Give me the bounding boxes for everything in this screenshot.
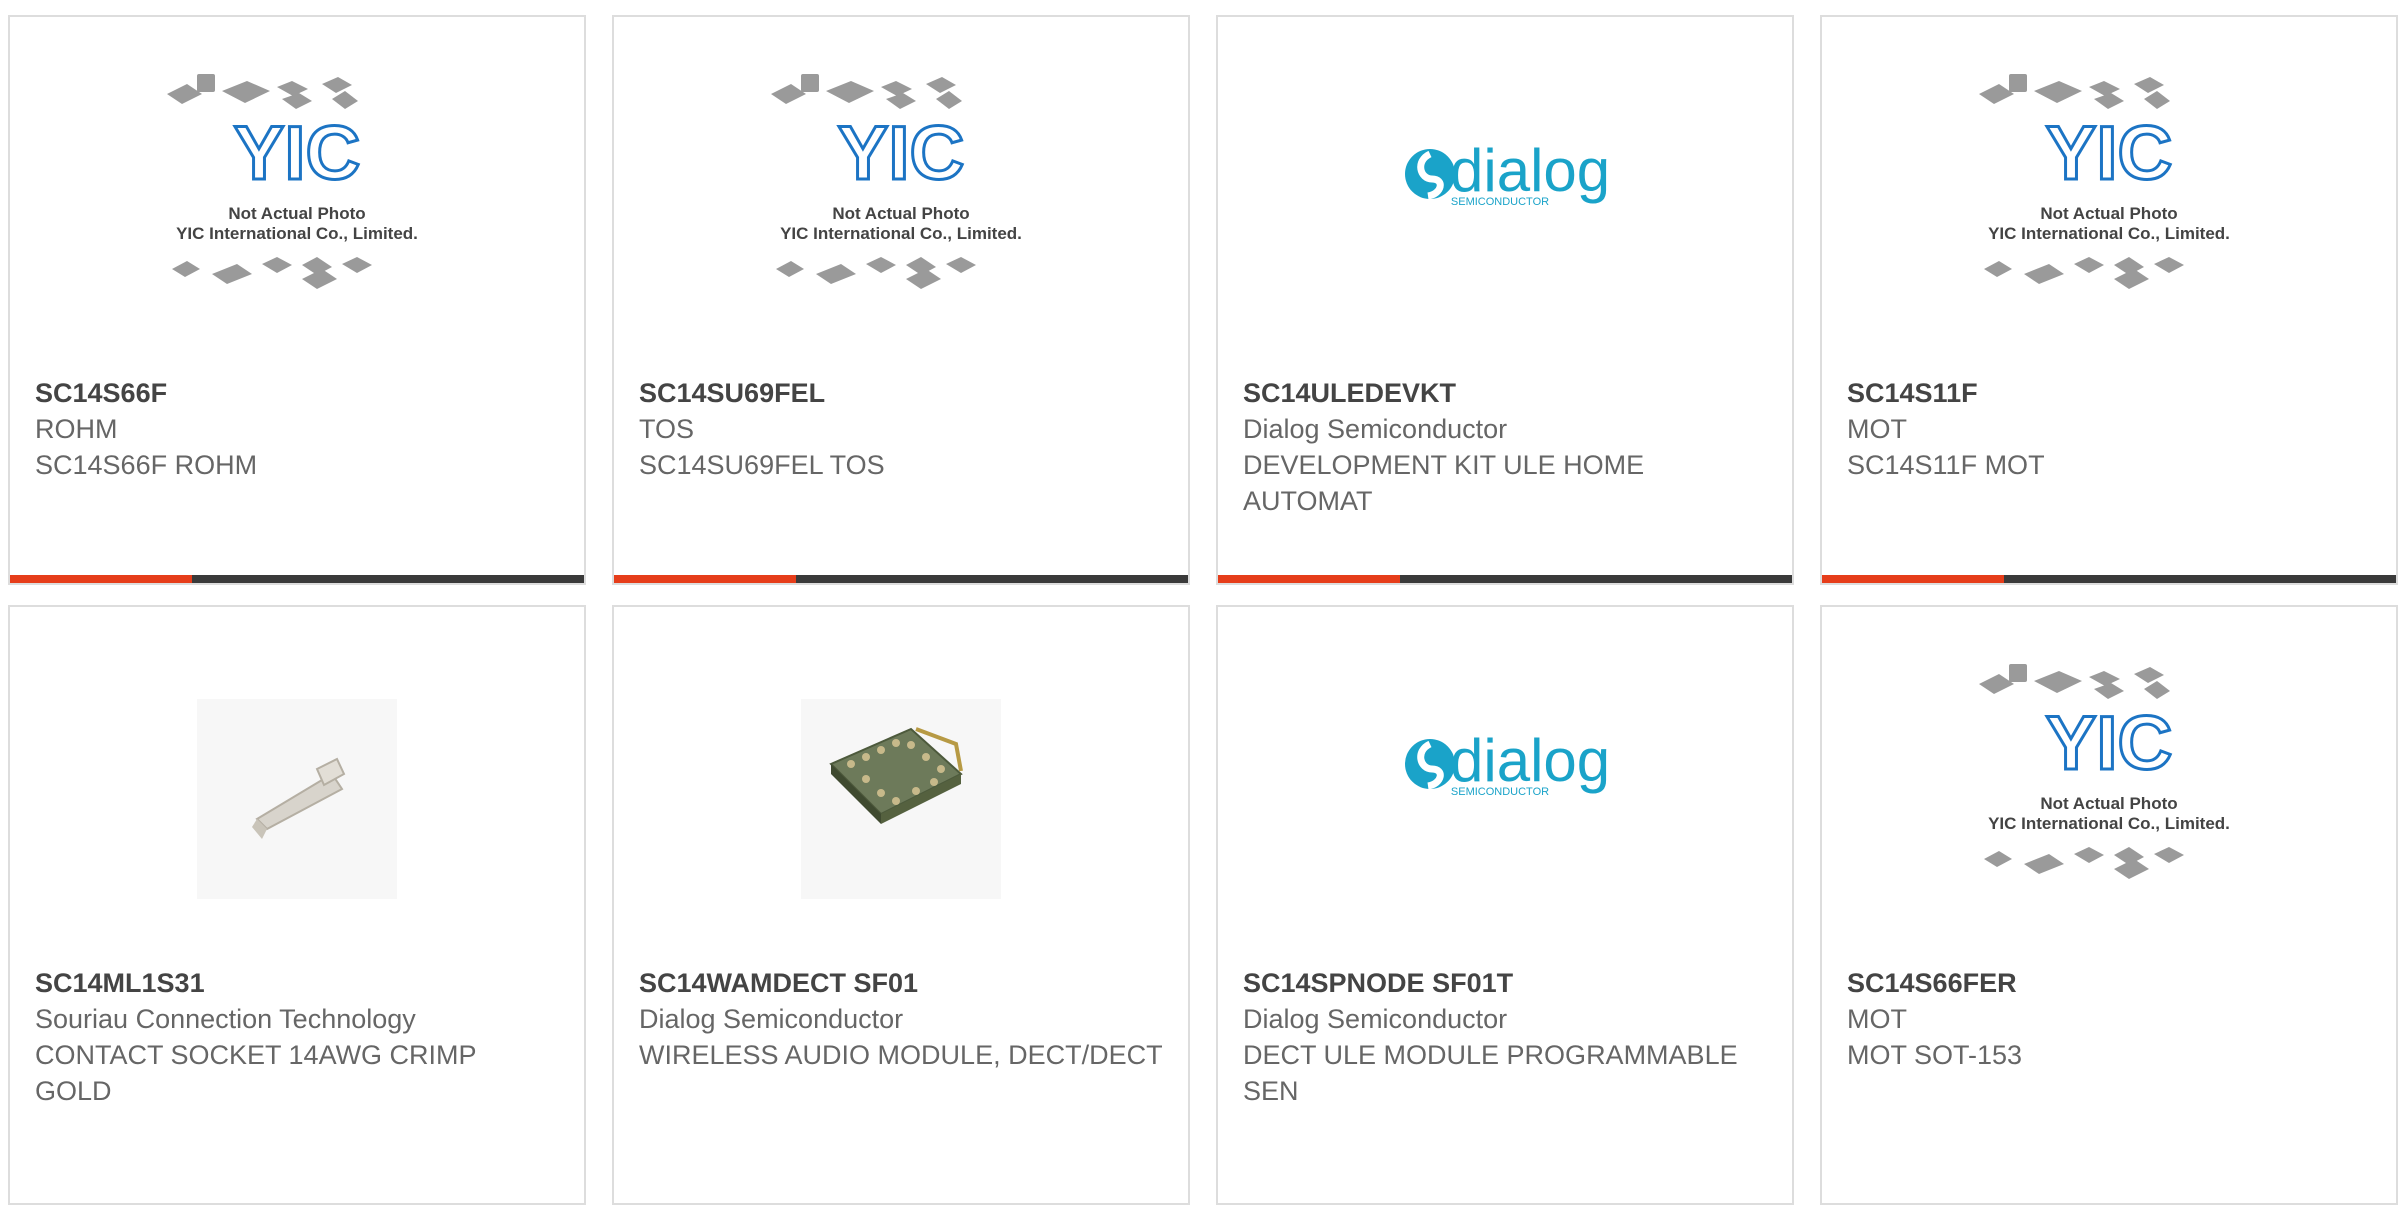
description: DEVELOPMENT KIT ULE HOME AUTOMAT (1243, 450, 1645, 516)
svg-text:SEMICONDUCTOR: SEMICONDUCTOR (1451, 196, 1549, 208)
card-bar-accent (614, 575, 796, 583)
part-number[interactable]: SC14S11F (1847, 375, 2371, 411)
product-image: YIC Not Actual Photo YIC International C… (1822, 69, 2396, 359)
manufacturer: ROHM (35, 414, 118, 444)
product-info: SC14SPNODE SF01T Dialog Semiconductor DE… (1243, 947, 1767, 1109)
product-info: SC14S66FER MOT MOT SOT-153 (1847, 947, 2371, 1073)
product-info: SC14SU69FEL TOS SC14SU69FEL TOS (639, 357, 1163, 483)
svg-text:SEMICONDUCTOR: SEMICONDUCTOR (1451, 786, 1549, 798)
card-bar (10, 575, 584, 583)
description: SC14S11F MOT (1847, 450, 2045, 480)
product-image: YIC Not Actual Photo YIC International C… (614, 69, 1188, 359)
manufacturer: TOS (639, 414, 695, 444)
manufacturer: MOT (1847, 1004, 1907, 1034)
product-card[interactable]: dialog SEMICONDUCTOR SC14SPNODE SF01T Di… (1216, 605, 1794, 1205)
audio-module-icon (801, 699, 1001, 899)
part-number[interactable]: SC14S66FER (1847, 965, 2371, 1001)
svg-text:YIC International Co., Limited: YIC International Co., Limited. (780, 224, 1022, 243)
product-info: SC14ML1S31 Souriau Connection Technology… (35, 947, 559, 1109)
contact-socket-icon (197, 699, 397, 899)
svg-text:Not Actual Photo: Not Actual Photo (2040, 794, 2177, 813)
svg-text:Not Actual Photo: Not Actual Photo (2040, 204, 2177, 223)
part-number[interactable]: SC14WAMDECT SF01 (639, 965, 1163, 1001)
product-card[interactable]: YIC Not Actual Photo YIC International C… (8, 15, 586, 585)
svg-text:YIC: YIC (838, 111, 965, 196)
product-image (614, 659, 1188, 949)
product-card[interactable]: SC14WAMDECT SF01 Dialog Semiconductor WI… (612, 605, 1190, 1205)
svg-text:YIC: YIC (2046, 701, 2173, 786)
svg-text:dialog: dialog (1450, 727, 1610, 794)
product-image: YIC Not Actual Photo YIC International C… (10, 69, 584, 359)
yic-placeholder-icon: YIC Not Actual Photo YIC International C… (167, 74, 418, 289)
product-info: SC14ULEDEVKT Dialog Semiconductor DEVELO… (1243, 357, 1767, 519)
manufacturer: Souriau Connection Technology (35, 1004, 416, 1034)
part-number[interactable]: SC14ULEDEVKT (1243, 375, 1767, 411)
svg-text:YIC: YIC (234, 111, 361, 196)
dialog-logo-icon: dialog SEMICONDUCTOR (1405, 727, 1610, 798)
description: CONTACT SOCKET 14AWG CRIMP GOLD (35, 1040, 477, 1106)
product-image: YIC Not Actual Photo YIC International C… (1822, 659, 2396, 949)
svg-text:dialog: dialog (1450, 137, 1610, 204)
svg-text:YIC International Co., Limited: YIC International Co., Limited. (1988, 224, 2230, 243)
product-card[interactable]: SC14ML1S31 Souriau Connection Technology… (8, 605, 586, 1205)
svg-text:YIC International Co., Limited: YIC International Co., Limited. (176, 224, 418, 243)
svg-text:YIC International Co., Limited: YIC International Co., Limited. (1988, 814, 2230, 833)
card-bar (614, 575, 1188, 583)
product-card[interactable]: YIC Not Actual Photo YIC International C… (1820, 15, 2398, 585)
yic-placeholder-icon: YIC Not Actual Photo YIC International C… (1979, 74, 2230, 289)
product-grid: YIC Not Actual Photo YIC International C… (0, 0, 2400, 1205)
card-bar-accent (1218, 575, 1400, 583)
product-image (10, 659, 584, 949)
manufacturer: Dialog Semiconductor (1243, 414, 1508, 444)
manufacturer: Dialog Semiconductor (1243, 1004, 1508, 1034)
card-bar (1218, 575, 1792, 583)
part-number[interactable]: SC14SU69FEL (639, 375, 1163, 411)
description: SC14S66F ROHM (35, 450, 258, 480)
product-card[interactable]: YIC Not Actual Photo YIC International C… (612, 15, 1190, 585)
product-image: dialog SEMICONDUCTOR (1218, 659, 1792, 949)
description: MOT SOT-153 (1847, 1040, 2023, 1070)
product-image: dialog SEMICONDUCTOR (1218, 69, 1792, 359)
manufacturer: MOT (1847, 414, 1907, 444)
yic-placeholder-icon: YIC Not Actual Photo YIC International C… (771, 74, 1022, 289)
part-number[interactable]: SC14SPNODE SF01T (1243, 965, 1767, 1001)
yic-placeholder-icon: YIC Not Actual Photo YIC International C… (1979, 664, 2230, 879)
manufacturer: Dialog Semiconductor (639, 1004, 904, 1034)
product-info: SC14WAMDECT SF01 Dialog Semiconductor WI… (639, 947, 1163, 1073)
card-bar-accent (1822, 575, 2004, 583)
part-number[interactable]: SC14ML1S31 (35, 965, 559, 1001)
description: SC14SU69FEL TOS (639, 450, 885, 480)
svg-text:YIC: YIC (2046, 111, 2173, 196)
dialog-logo-icon: dialog SEMICONDUCTOR (1405, 137, 1610, 208)
part-number[interactable]: SC14S66F (35, 375, 559, 411)
card-bar-accent (10, 575, 192, 583)
svg-text:Not Actual Photo: Not Actual Photo (832, 204, 969, 223)
description: DECT ULE MODULE PROGRAMMABLE SEN (1243, 1040, 1738, 1106)
card-bar (1822, 575, 2396, 583)
product-card[interactable]: dialog SEMICONDUCTOR SC14ULEDEVKT Dialog… (1216, 15, 1794, 585)
description: WIRELESS AUDIO MODULE, DECT/DECT (639, 1040, 1163, 1070)
product-info: SC14S11F MOT SC14S11F MOT (1847, 357, 2371, 483)
product-info: SC14S66F ROHM SC14S66F ROHM (35, 357, 559, 483)
svg-text:Not Actual Photo: Not Actual Photo (228, 204, 365, 223)
product-card[interactable]: YIC Not Actual Photo YIC International C… (1820, 605, 2398, 1205)
